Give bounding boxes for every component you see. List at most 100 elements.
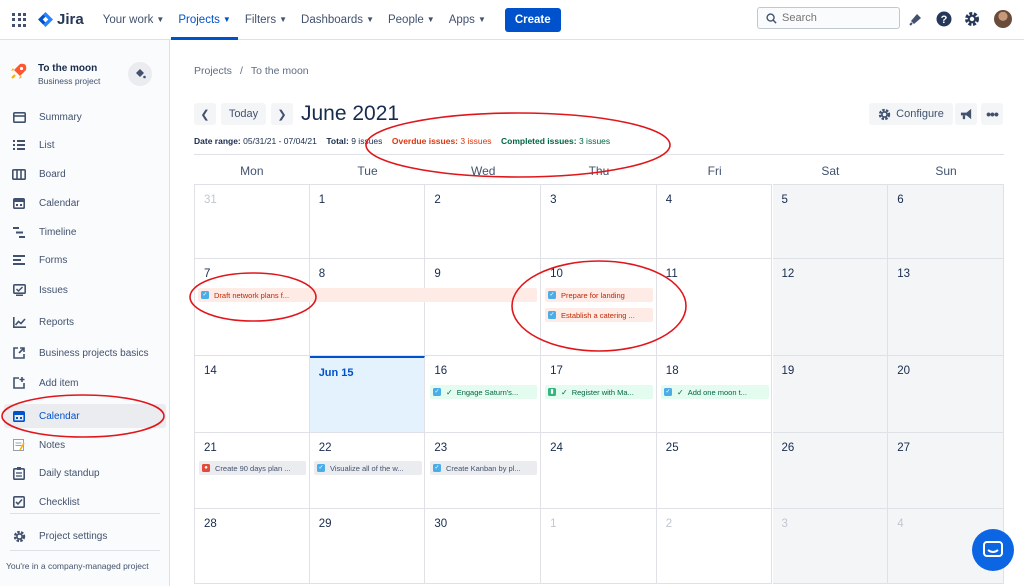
next-month-button[interactable]: ❯	[271, 103, 293, 125]
chevron-left-icon: ❮	[200, 108, 210, 121]
day-cell[interactable]: 30	[425, 509, 542, 584]
day-cell[interactable]: 20	[888, 356, 1004, 433]
calendar-event[interactable]: ✓ ✓ Add one moon t...	[661, 385, 769, 399]
search-input[interactable]	[782, 12, 892, 24]
calendar-event[interactable]: ✓ Establish a catering ...	[545, 308, 653, 322]
sidebar-item-business-projects-basics[interactable]: Business projects basics	[0, 341, 170, 365]
calendar-event[interactable]: ● Create 90 days plan ...	[199, 461, 306, 475]
day-cell[interactable]: 24	[541, 433, 657, 509]
sidebar-item-calendar[interactable]: Calendar	[0, 191, 170, 215]
day-cell[interactable]: 26	[772, 433, 889, 509]
weekday-header: Thu	[588, 164, 610, 178]
search-field[interactable]	[757, 7, 900, 29]
sidebar-item-notes[interactable]: Notes	[0, 433, 170, 457]
sidebar-item-forms[interactable]: Forms	[0, 248, 170, 272]
nav-filters[interactable]: Filters ▼	[238, 0, 294, 40]
day-cell[interactable]: 13	[888, 259, 1004, 356]
day-cell[interactable]: 2	[425, 184, 542, 259]
calendar-event[interactable]: ✓ Visualize all of the w...	[314, 461, 422, 475]
sidebar-item-label: Reports	[39, 316, 75, 328]
help-icon[interactable]: ?	[935, 10, 953, 28]
overdue-value[interactable]: 3 issues	[460, 136, 491, 146]
sidebar-item-label: Summary	[39, 111, 82, 123]
sidebar-item-daily-standup[interactable]: Daily standup	[0, 461, 170, 485]
calendar-event[interactable]: ✓ Create Kanban by pl...	[430, 461, 537, 475]
chevron-down-icon: ▼	[426, 15, 435, 24]
notifications-megaphone-icon[interactable]	[907, 10, 925, 28]
calendar-event-continuation[interactable]	[314, 288, 537, 302]
day-cell[interactable]: 11	[656, 259, 773, 356]
day-cell[interactable]: 12	[772, 259, 889, 356]
calendar-event[interactable]: ▮ ✓ Register with Ma...	[545, 385, 653, 399]
nav-apps[interactable]: Apps ▼	[442, 0, 493, 40]
day-number: 9	[434, 268, 441, 280]
calendar-event[interactable]: ✓ ✓ Engage Saturn's...	[430, 385, 537, 399]
completed-value[interactable]: 3 issues	[579, 136, 610, 146]
nav-people[interactable]: People ▼	[381, 0, 442, 40]
day-cell[interactable]: 19	[772, 356, 889, 433]
day-cell[interactable]: 2	[656, 509, 773, 584]
breadcrumb-projects[interactable]: Projects	[194, 65, 232, 77]
day-cell[interactable]: 31	[194, 184, 310, 259]
app-switcher-icon[interactable]	[12, 12, 26, 27]
configure-label: Configure	[896, 108, 944, 120]
day-cell[interactable]: 1	[541, 509, 657, 584]
sidebar-item-project-settings[interactable]: Project settings	[0, 524, 170, 548]
day-number: 12	[781, 268, 795, 280]
day-cell[interactable]: 7	[194, 259, 310, 356]
done-check-icon: ✓	[677, 387, 684, 397]
create-button[interactable]: Create	[504, 7, 561, 32]
sidebar-item-issues[interactable]: Issues	[0, 278, 170, 302]
sidebar-item-reports[interactable]: Reports	[0, 310, 170, 334]
day-cell[interactable]: 28	[194, 509, 310, 584]
day-cell[interactable]: 4	[656, 184, 773, 259]
breadcrumb-project[interactable]: To the moon	[251, 65, 309, 77]
day-number: 2	[434, 194, 441, 206]
day-cell[interactable]: 5	[772, 184, 889, 259]
sidebar-item-timeline[interactable]: Timeline	[0, 220, 170, 244]
more-icon: •••	[986, 106, 999, 122]
sidebar-item-calendar-active[interactable]: Calendar	[4, 404, 166, 428]
paint-bucket-icon	[136, 69, 146, 79]
nav-your-work[interactable]: Your work ▼	[96, 0, 172, 40]
sidebar-item-summary[interactable]: Summary	[0, 105, 170, 129]
day-cell[interactable]: 3	[772, 509, 889, 584]
issues-icon	[11, 282, 27, 298]
nav-dashboards[interactable]: Dashboards ▼	[294, 0, 381, 40]
day-cell[interactable]: 3	[541, 184, 657, 259]
day-cell[interactable]: 1	[309, 184, 426, 259]
day-cell[interactable]: 25	[656, 433, 773, 509]
weekday-header: Fri	[707, 164, 722, 178]
settings-gear-icon[interactable]	[963, 10, 981, 28]
jira-logo[interactable]: Jira	[38, 11, 84, 28]
more-actions-button[interactable]: •••	[981, 103, 1003, 125]
project-theme-button[interactable]	[128, 62, 152, 86]
day-cell[interactable]: 14	[194, 356, 310, 433]
day-cell[interactable]: Jun 15	[309, 356, 426, 433]
calendar-event[interactable]: ✓ Prepare for landing	[545, 288, 653, 302]
day-cell[interactable]: 8	[309, 259, 426, 356]
day-number: 16	[434, 365, 448, 377]
feedback-button[interactable]	[955, 103, 977, 125]
day-cell[interactable]: 29	[309, 509, 426, 584]
sidebar-item-checklist[interactable]: Checklist	[0, 490, 170, 514]
day-cell[interactable]: 27	[888, 433, 1004, 509]
previous-month-button[interactable]: ❮	[194, 103, 216, 125]
day-number: 3	[550, 194, 557, 206]
sidebar-item-add-item[interactable]: Add item	[0, 371, 170, 395]
nav-projects[interactable]: Projects ▼	[171, 0, 238, 40]
day-cell[interactable]: 6	[888, 184, 1004, 259]
day-number: 1	[550, 518, 557, 530]
sidebar-item-list[interactable]: List	[0, 133, 170, 157]
sidebar-item-label: Notes	[39, 439, 66, 451]
user-avatar[interactable]	[994, 10, 1012, 28]
completed-label: Completed issues:	[501, 136, 577, 146]
sidebar-item-label: List	[39, 139, 55, 151]
project-header[interactable]: To the moon Business project	[10, 62, 100, 88]
today-button[interactable]: Today	[221, 103, 266, 125]
configure-button[interactable]: Configure	[869, 103, 953, 125]
weekday-header: Tue	[357, 164, 378, 178]
chat-support-button[interactable]	[972, 529, 1014, 571]
day-cell[interactable]: 9	[425, 259, 542, 356]
sidebar-item-board[interactable]: Board	[0, 162, 170, 186]
